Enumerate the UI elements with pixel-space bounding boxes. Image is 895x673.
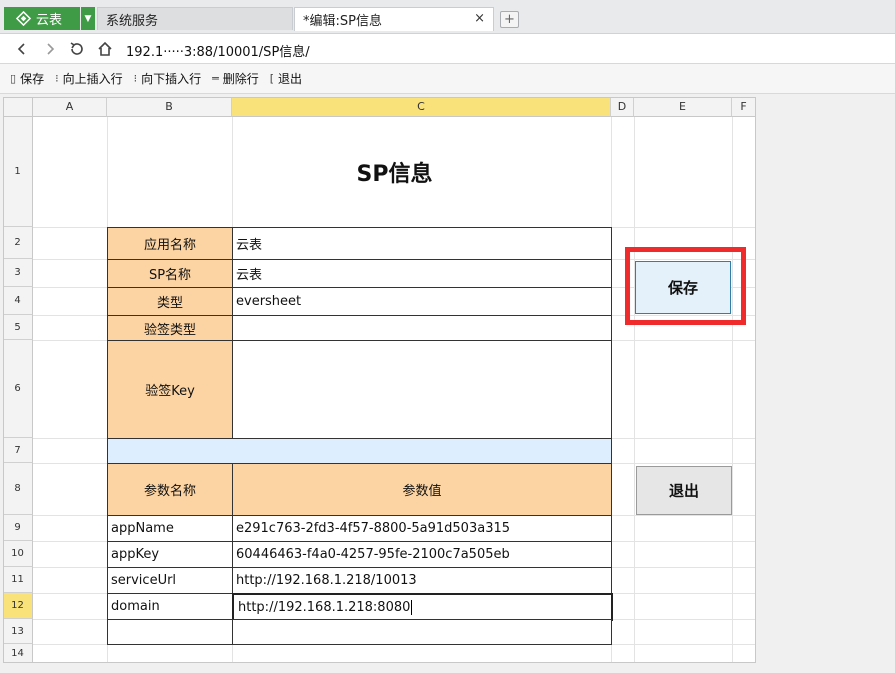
- param-value-cell[interactable]: [232, 619, 612, 645]
- row-header-14[interactable]: 14: [3, 644, 33, 663]
- row-header-7[interactable]: 7: [3, 438, 33, 463]
- row-header-10[interactable]: 10: [3, 541, 33, 567]
- field-label-sign-type: 验签类型: [107, 315, 233, 341]
- param-name-cell[interactable]: domain: [107, 593, 233, 620]
- row-header-12[interactable]: 12: [3, 593, 33, 619]
- save-button[interactable]: 保存: [635, 261, 731, 314]
- column-header-c[interactable]: C: [232, 97, 611, 117]
- field-label-type: 类型: [107, 287, 233, 316]
- column-header-a[interactable]: A: [33, 97, 107, 117]
- param-name-header: 参数名称: [107, 463, 233, 516]
- sheet-toolbar: ▯ 保存 ⁝ 向上插入行 ⁝ 向下插入行 ═ 删除行 [ 退出: [0, 64, 895, 94]
- param-name-cell[interactable]: appName: [107, 515, 233, 542]
- param-value-cell[interactable]: http://192.168.1.218/10013: [232, 567, 612, 594]
- close-tab-icon[interactable]: ×: [474, 11, 485, 26]
- field-value-sp-name[interactable]: 云表: [232, 259, 612, 288]
- tab-edit-sp-info[interactable]: *编辑:SP信息 ×: [294, 7, 494, 31]
- row-header-8[interactable]: 8: [3, 463, 33, 515]
- sheet-title: SP信息: [356, 162, 433, 187]
- insert-above-icon: ⁝: [55, 72, 59, 85]
- sheet-area: A B C D E F 1 2 3 4 5 6 7 8 9 10 11 12 1…: [0, 94, 895, 673]
- insert-below-icon: ⁝: [133, 72, 138, 85]
- field-value-app-name[interactable]: 云表: [232, 227, 612, 260]
- toolbar-save-button[interactable]: ▯ 保存: [10, 70, 44, 87]
- toolbar-save-label: 保存: [20, 72, 45, 86]
- field-label-sp-name: SP名称: [107, 259, 233, 288]
- section-separator: [107, 438, 612, 464]
- home-icon[interactable]: [95, 39, 115, 59]
- exit-icon: [: [269, 72, 275, 85]
- row-header-1[interactable]: 1: [3, 117, 33, 227]
- app-dropdown-icon[interactable]: ▼: [81, 7, 95, 30]
- tab-label: *编辑:SP信息: [303, 14, 382, 29]
- column-header-f[interactable]: F: [732, 97, 756, 117]
- app-menu-button[interactable]: 云表: [4, 7, 80, 30]
- insert-row-below-button[interactable]: ⁝ 向下插入行: [134, 70, 202, 87]
- text-caret: [411, 599, 413, 615]
- delete-row-button[interactable]: ═ 删除行: [212, 70, 259, 87]
- param-value-cell-editing[interactable]: http://192.168.1.218:8080: [232, 593, 613, 621]
- select-all-corner[interactable]: [3, 97, 33, 117]
- field-label-sign-key: 验签Key: [107, 340, 233, 439]
- spreadsheet: A B C D E F 1 2 3 4 5 6 7 8 9 10 11 12 1…: [3, 97, 756, 663]
- row-header-6[interactable]: 6: [3, 340, 33, 438]
- param-name-cell[interactable]: [107, 619, 233, 645]
- tab-label: 系统服务: [106, 13, 159, 29]
- delete-row-icon: ═: [212, 72, 219, 85]
- row-header-5[interactable]: 5: [3, 315, 33, 340]
- save-icon: ▯: [10, 72, 17, 85]
- param-value-text: http://192.168.1.218:8080: [238, 599, 411, 615]
- app-name: 云表: [36, 13, 63, 28]
- new-tab-button[interactable]: +: [500, 11, 519, 28]
- column-header-b[interactable]: B: [107, 97, 232, 117]
- toolbar-exit-button[interactable]: [ 退出: [270, 70, 302, 87]
- column-header-d[interactable]: D: [611, 97, 634, 117]
- param-name-cell[interactable]: serviceUrl: [107, 567, 233, 594]
- field-value-type[interactable]: eversheet: [232, 287, 612, 316]
- exit-button[interactable]: 退出: [636, 466, 732, 515]
- row-header-9[interactable]: 9: [3, 515, 33, 541]
- tab-bar: 云表 ▼ 系统服务 *编辑:SP信息 × +: [0, 0, 895, 34]
- field-label-app-name: 应用名称: [107, 227, 233, 260]
- row-header-13[interactable]: 13: [3, 619, 33, 644]
- column-header-e[interactable]: E: [634, 97, 732, 117]
- param-value-cell[interactable]: e291c763-2fd3-4f57-8800-5a91d503a315: [232, 515, 612, 542]
- refresh-icon[interactable]: [67, 39, 87, 59]
- row-header-2[interactable]: 2: [3, 227, 33, 259]
- field-value-sign-type[interactable]: [232, 315, 612, 341]
- row-header-3[interactable]: 3: [3, 259, 33, 287]
- forward-icon[interactable]: [40, 39, 60, 59]
- insert-above-label: 向上插入行: [62, 72, 123, 86]
- back-icon[interactable]: [12, 39, 32, 59]
- row-header-11[interactable]: 11: [3, 567, 33, 593]
- url-field[interactable]: 192.1·····3:88/10001/SP信息/: [126, 41, 310, 60]
- insert-below-label: 向下插入行: [141, 72, 202, 86]
- insert-row-above-button[interactable]: ⁝ 向上插入行: [55, 70, 123, 87]
- param-value-cell[interactable]: 60446463-f4a0-4257-95fe-2100c7a505eb: [232, 541, 612, 568]
- param-name-cell[interactable]: appKey: [107, 541, 233, 568]
- toolbar-exit-label: 退出: [278, 72, 303, 86]
- param-value-header: 参数值: [232, 463, 612, 516]
- address-bar: 192.1·····3:88/10001/SP信息/: [0, 34, 895, 64]
- row-header-4[interactable]: 4: [3, 287, 33, 315]
- field-value-sign-key[interactable]: [232, 340, 612, 439]
- app-logo-icon: [16, 11, 31, 26]
- delete-row-label: 删除行: [222, 72, 259, 86]
- tab-system-service[interactable]: 系统服务: [97, 7, 293, 30]
